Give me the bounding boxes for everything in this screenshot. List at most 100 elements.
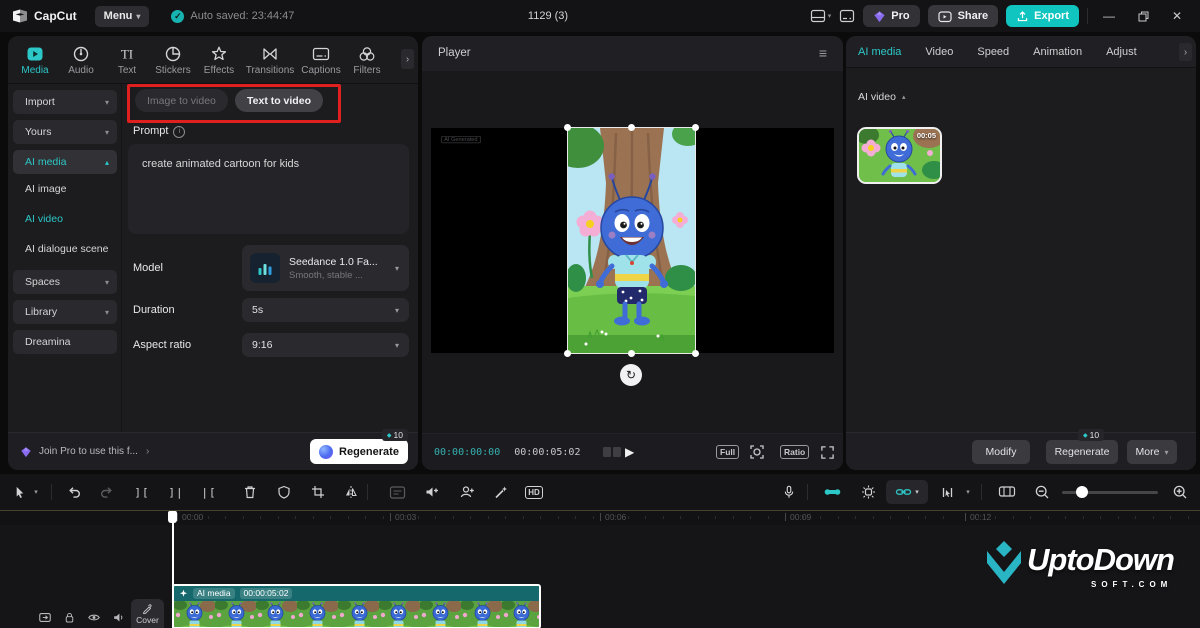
tool-effects[interactable]: Effects [196, 45, 242, 76]
selection-handle[interactable] [564, 350, 571, 357]
eye-icon[interactable] [87, 611, 101, 624]
cover-button[interactable]: Cover [131, 599, 164, 628]
prompt-input[interactable]: create animated cartoon for kids [128, 144, 409, 234]
sidebar-item-ai-media[interactable]: AI media▴ [13, 150, 117, 174]
join-pro-link[interactable]: Join Pro to use this f... [39, 446, 138, 457]
mirror-icon[interactable] [339, 474, 363, 510]
ai-video-section[interactable]: AI video ▴ [858, 91, 905, 103]
zoom-select-icon[interactable] [749, 444, 765, 460]
lock-icon[interactable] [63, 611, 76, 624]
auto-snap-icon[interactable] [854, 474, 882, 510]
toolbar-expand-button[interactable]: › [401, 49, 414, 69]
timeline-clip[interactable]: AI media 00:00:05:02 [172, 584, 541, 628]
link-clips-button[interactable]: ▾ [886, 480, 928, 504]
ruler-tick [400, 516, 401, 519]
extract-audio-icon[interactable] [384, 474, 410, 510]
restore-button[interactable] [1130, 11, 1156, 22]
full-screen-button[interactable]: Full [716, 445, 739, 459]
selection-handle[interactable] [692, 350, 699, 357]
mute-icon[interactable] [112, 611, 126, 624]
delete-left-button[interactable]: ]| [164, 474, 188, 510]
aspect-ratio-select[interactable]: 9:16 ▾ [242, 333, 409, 357]
close-button[interactable]: ✕ [1164, 9, 1190, 23]
undo-button[interactable] [62, 474, 86, 510]
mask-icon[interactable] [272, 474, 296, 510]
crop-icon[interactable] [306, 474, 330, 510]
preview-axis-icon[interactable] [994, 474, 1020, 510]
more-button[interactable]: More ▾ [1127, 440, 1177, 464]
tab-text-to-video[interactable]: Text to video [235, 89, 323, 112]
timeline-zoom-knob[interactable] [1076, 486, 1088, 498]
tool-media[interactable]: Media [12, 45, 58, 76]
select-adjacent-icon[interactable] [936, 474, 962, 510]
player-canvas[interactable]: AI Generated [431, 128, 834, 353]
portrait-enhance-icon[interactable] [455, 474, 479, 510]
ai-video-thumbnail[interactable]: 00:05 [857, 127, 942, 184]
redo-button[interactable] [95, 474, 119, 510]
record-voiceover-button[interactable] [778, 474, 800, 510]
selection-handle[interactable] [692, 124, 699, 131]
sidebar-item-yours[interactable]: Yours▾ [13, 120, 117, 144]
menu-button[interactable]: Menu ▾ [95, 6, 150, 27]
selection-handle[interactable] [628, 124, 635, 131]
hd-icon[interactable]: HD [522, 474, 546, 510]
notes-button[interactable] [839, 9, 855, 23]
select-adjacent-chevron[interactable]: ▾ [962, 474, 974, 510]
expand-icon[interactable] [820, 445, 835, 460]
tool-audio[interactable]: Audio [58, 45, 104, 76]
export-button[interactable]: Export [1006, 5, 1079, 27]
zoom-in-icon[interactable] [1168, 474, 1192, 510]
tab-speed[interactable]: Speed [977, 46, 1009, 58]
sidebar-item-ai-video[interactable]: AI video [8, 204, 121, 234]
share-button[interactable]: Share [928, 5, 999, 27]
regenerate-button[interactable]: Regenerate [1046, 440, 1118, 464]
minimize-button[interactable]: — [1096, 9, 1122, 23]
model-label: Model [133, 262, 163, 274]
tool-captions[interactable]: Captions [298, 45, 344, 76]
model-select[interactable]: Seedance 1.0 Fa... Smooth, stable ... ▾ [242, 245, 409, 291]
split-button[interactable]: ][ [130, 474, 154, 510]
sidebar-item-library[interactable]: Library▾ [13, 300, 117, 324]
video-preview[interactable] [568, 128, 695, 353]
play-button[interactable]: ▶ [625, 445, 634, 459]
delete-right-button[interactable]: |[ [197, 474, 221, 510]
regenerate-button[interactable]: Regenerate [310, 439, 408, 464]
chevron-right-icon[interactable]: › [146, 446, 149, 457]
tab-video[interactable]: Video [925, 46, 953, 58]
sidebar-item-ai-image[interactable]: AI image [8, 174, 121, 204]
tab-ai-media[interactable]: AI media [858, 46, 901, 58]
ruler-label: 00:06 [600, 512, 626, 522]
selection-handle[interactable] [564, 124, 571, 131]
timeline-ruler[interactable]: 00:0000:0300:0600:0900:12 [0, 511, 1200, 525]
tab-adjust[interactable]: Adjust [1106, 46, 1137, 58]
tool-transitions[interactable]: Transitions [242, 45, 298, 76]
audio-enhance-icon[interactable] [420, 474, 444, 510]
retouch-icon[interactable] [489, 474, 513, 510]
tab-animation[interactable]: Animation [1033, 46, 1082, 58]
select-tool-chevron[interactable]: ▾ [30, 474, 42, 510]
playhead-handle[interactable] [168, 511, 177, 523]
sidebar-item-spaces[interactable]: Spaces▾ [13, 270, 117, 294]
pro-button[interactable]: Pro [863, 5, 919, 27]
sidebar-item-ai-dialogue-scene[interactable]: AI dialogue scene [8, 234, 121, 264]
inspector-tabs-expand[interactable]: › [1179, 43, 1192, 61]
ratio-button[interactable]: Ratio [780, 445, 809, 459]
zoom-out-icon[interactable] [1030, 474, 1054, 510]
modify-button[interactable]: Modify [972, 440, 1030, 464]
layout-toggle-button[interactable]: ▾ [810, 9, 832, 23]
sidebar-item-dreamina[interactable]: Dreamina [13, 330, 117, 354]
duration-select[interactable]: 5s ▾ [242, 298, 409, 322]
delete-button[interactable] [238, 474, 262, 510]
select-tool-button[interactable] [8, 474, 30, 510]
main-track-icon[interactable] [38, 611, 52, 624]
magnetic-timeline-icon[interactable] [818, 474, 846, 510]
player-menu-icon[interactable]: ≡ [819, 45, 827, 61]
sidebar-item-import[interactable]: Import▾ [13, 90, 117, 114]
selection-handle[interactable] [628, 350, 635, 357]
playhead[interactable] [172, 511, 174, 628]
tool-text[interactable]: TIText [104, 45, 150, 76]
tab-image-to-video[interactable]: Image to video [135, 89, 228, 112]
tool-filters[interactable]: Filters [344, 45, 390, 76]
tool-stickers[interactable]: Stickers [150, 45, 196, 76]
rotate-button[interactable]: ↻ [620, 364, 642, 386]
